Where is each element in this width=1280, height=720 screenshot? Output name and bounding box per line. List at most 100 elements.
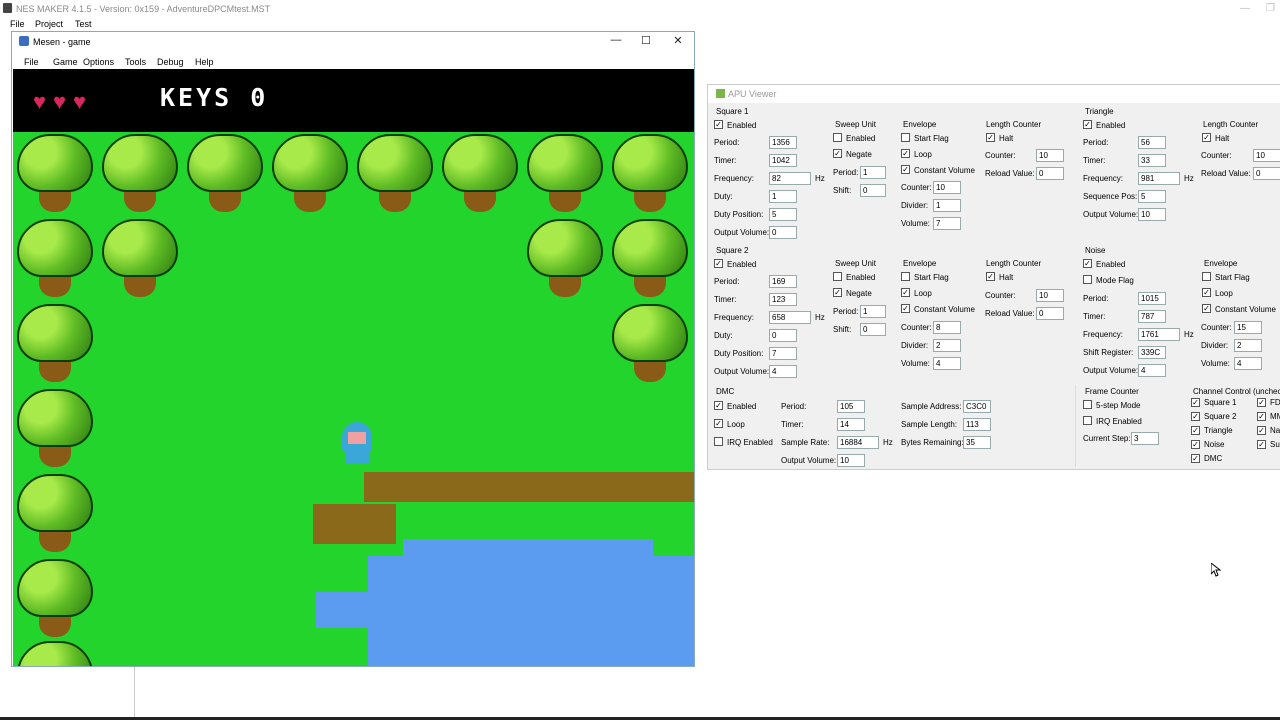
- dmc-rate-field[interactable]: 16884: [837, 436, 879, 449]
- triangle-enabled-checkbox[interactable]: ✓: [1083, 120, 1092, 129]
- len3-halt-checkbox[interactable]: ✓: [1202, 133, 1211, 142]
- square1-enabled-checkbox[interactable]: ✓: [714, 120, 723, 129]
- env1-volume-field[interactable]: 7: [933, 217, 961, 230]
- env1-start-checkbox[interactable]: [901, 133, 910, 142]
- apu-titlebar[interactable]: APU Viewer: [708, 85, 1280, 103]
- square2-timer-field[interactable]: 123: [769, 293, 797, 306]
- sweep1-period-field[interactable]: 1: [860, 166, 886, 179]
- env1-counter-field[interactable]: 10: [933, 181, 961, 194]
- menu-tools[interactable]: Tools: [125, 57, 146, 67]
- len3-reload-field[interactable]: 0: [1253, 167, 1280, 180]
- triangle-frequency-field[interactable]: 981: [1138, 172, 1180, 185]
- sweep1-negate-checkbox[interactable]: ✓: [833, 149, 842, 158]
- mesen-titlebar[interactable]: Mesen - game — ☐ ✕: [12, 32, 694, 53]
- env2-const-checkbox[interactable]: ✓: [901, 304, 910, 313]
- len1-counter-field[interactable]: 10: [1036, 149, 1064, 162]
- sweep2-shift-field[interactable]: 0: [860, 323, 886, 336]
- dmc-bytes-field[interactable]: 35: [963, 436, 991, 449]
- square1-dutypos-field[interactable]: 5: [769, 208, 797, 221]
- chan-triangle-checkbox[interactable]: ✓: [1191, 426, 1200, 435]
- menu-test[interactable]: Test: [75, 19, 92, 29]
- menu-debug[interactable]: Debug: [157, 57, 184, 67]
- square1-timer-field[interactable]: 1042: [769, 154, 797, 167]
- chan-sunsoft-checkbox[interactable]: ✓: [1257, 440, 1266, 449]
- len1-halt-checkbox[interactable]: ✓: [986, 133, 995, 142]
- len2-counter-field[interactable]: 10: [1036, 289, 1064, 302]
- env2-start-checkbox[interactable]: [901, 272, 910, 281]
- square2-enabled-checkbox[interactable]: ✓: [714, 259, 723, 268]
- chan-noise-checkbox[interactable]: ✓: [1191, 440, 1200, 449]
- chan-mmc5-checkbox[interactable]: ✓: [1257, 412, 1266, 421]
- square1-frequency-field[interactable]: 82: [769, 172, 811, 185]
- square2-period-field[interactable]: 169: [769, 275, 797, 288]
- minimize-icon[interactable]: —: [1240, 3, 1250, 14]
- env4-counter-field[interactable]: 15: [1234, 321, 1262, 334]
- dmc-period-field[interactable]: 105: [837, 400, 865, 413]
- chan-square1-checkbox[interactable]: ✓: [1191, 398, 1200, 407]
- triangle-seq-field[interactable]: 5: [1138, 190, 1166, 203]
- sweep2-negate-checkbox[interactable]: ✓: [833, 288, 842, 297]
- env4-start-checkbox[interactable]: [1202, 272, 1211, 281]
- noise-volume-field[interactable]: 4: [1138, 364, 1166, 377]
- env1-const-checkbox[interactable]: ✓: [901, 165, 910, 174]
- dmc-enabled-checkbox[interactable]: ✓: [714, 401, 723, 410]
- noise-period-field[interactable]: 1015: [1138, 292, 1166, 305]
- square1-volume-field[interactable]: 0: [769, 226, 797, 239]
- square2-duty-field[interactable]: 0: [769, 329, 797, 342]
- noise-timer-field[interactable]: 787: [1138, 310, 1166, 323]
- restore-icon[interactable]: ❐: [1266, 3, 1275, 14]
- sweep1-enabled-checkbox[interactable]: [833, 133, 842, 142]
- square2-volume-field[interactable]: 4: [769, 365, 797, 378]
- square2-frequency-field[interactable]: 658: [769, 311, 811, 324]
- env1-divider-field[interactable]: 1: [933, 199, 961, 212]
- env2-volume-field[interactable]: 4: [933, 357, 961, 370]
- square1-duty-field[interactable]: 1: [769, 190, 797, 203]
- dmc-length-field[interactable]: 113: [963, 418, 991, 431]
- close-button[interactable]: ✕: [666, 34, 690, 50]
- menu-game[interactable]: Game: [53, 57, 78, 67]
- frame-step-field[interactable]: 3: [1131, 432, 1159, 445]
- sweep2-enabled-checkbox[interactable]: [833, 272, 842, 281]
- game-screen[interactable]: ♥ ♥ ♥ KEYS 0: [13, 69, 694, 666]
- chan-namco-checkbox[interactable]: ✓: [1257, 426, 1266, 435]
- menu-file[interactable]: File: [10, 19, 25, 29]
- menu-options[interactable]: Options: [83, 57, 114, 67]
- noise-frequency-field[interactable]: 1761: [1138, 328, 1180, 341]
- env1-loop-checkbox[interactable]: ✓: [901, 149, 910, 158]
- triangle-period-field[interactable]: 56: [1138, 136, 1166, 149]
- minimize-button[interactable]: —: [604, 34, 628, 50]
- maximize-button[interactable]: ☐: [634, 34, 658, 50]
- env2-divider-field[interactable]: 2: [933, 339, 961, 352]
- square2-dutypos-field[interactable]: 7: [769, 347, 797, 360]
- triangle-timer-field[interactable]: 33: [1138, 154, 1166, 167]
- menu-project[interactable]: Project: [35, 19, 63, 29]
- square1-period-field[interactable]: 1356: [769, 136, 797, 149]
- len2-reload-field[interactable]: 0: [1036, 307, 1064, 320]
- chan-dmc-checkbox[interactable]: ✓: [1191, 454, 1200, 463]
- dmc-irq-checkbox[interactable]: [714, 437, 723, 446]
- triangle-volume-field[interactable]: 10: [1138, 208, 1166, 221]
- noise-shift-field[interactable]: 339C: [1138, 346, 1166, 359]
- env2-counter-field[interactable]: 8: [933, 321, 961, 334]
- dmc-loop-checkbox[interactable]: ✓: [714, 419, 723, 428]
- chan-fds-checkbox[interactable]: ✓: [1257, 398, 1266, 407]
- menu-file[interactable]: File: [24, 57, 39, 67]
- sweep1-shift-field[interactable]: 0: [860, 184, 886, 197]
- env4-divider-field[interactable]: 2: [1234, 339, 1262, 352]
- len2-halt-checkbox[interactable]: ✓: [986, 272, 995, 281]
- env4-volume-field[interactable]: 4: [1234, 357, 1262, 370]
- env2-loop-checkbox[interactable]: ✓: [901, 288, 910, 297]
- len1-reload-field[interactable]: 0: [1036, 167, 1064, 180]
- frame-5step-checkbox[interactable]: [1083, 400, 1092, 409]
- len3-counter-field[interactable]: 10: [1253, 149, 1280, 162]
- env4-loop-checkbox[interactable]: ✓: [1202, 288, 1211, 297]
- env4-const-checkbox[interactable]: ✓: [1202, 304, 1211, 313]
- noise-mode-checkbox[interactable]: [1083, 275, 1092, 284]
- dmc-address-field[interactable]: C3C0: [963, 400, 991, 413]
- frame-irq-checkbox[interactable]: [1083, 416, 1092, 425]
- dmc-timer-field[interactable]: 14: [837, 418, 865, 431]
- noise-enabled-checkbox[interactable]: ✓: [1083, 259, 1092, 268]
- sweep2-period-field[interactable]: 1: [860, 305, 886, 318]
- chan-square2-checkbox[interactable]: ✓: [1191, 412, 1200, 421]
- menu-help[interactable]: Help: [195, 57, 214, 67]
